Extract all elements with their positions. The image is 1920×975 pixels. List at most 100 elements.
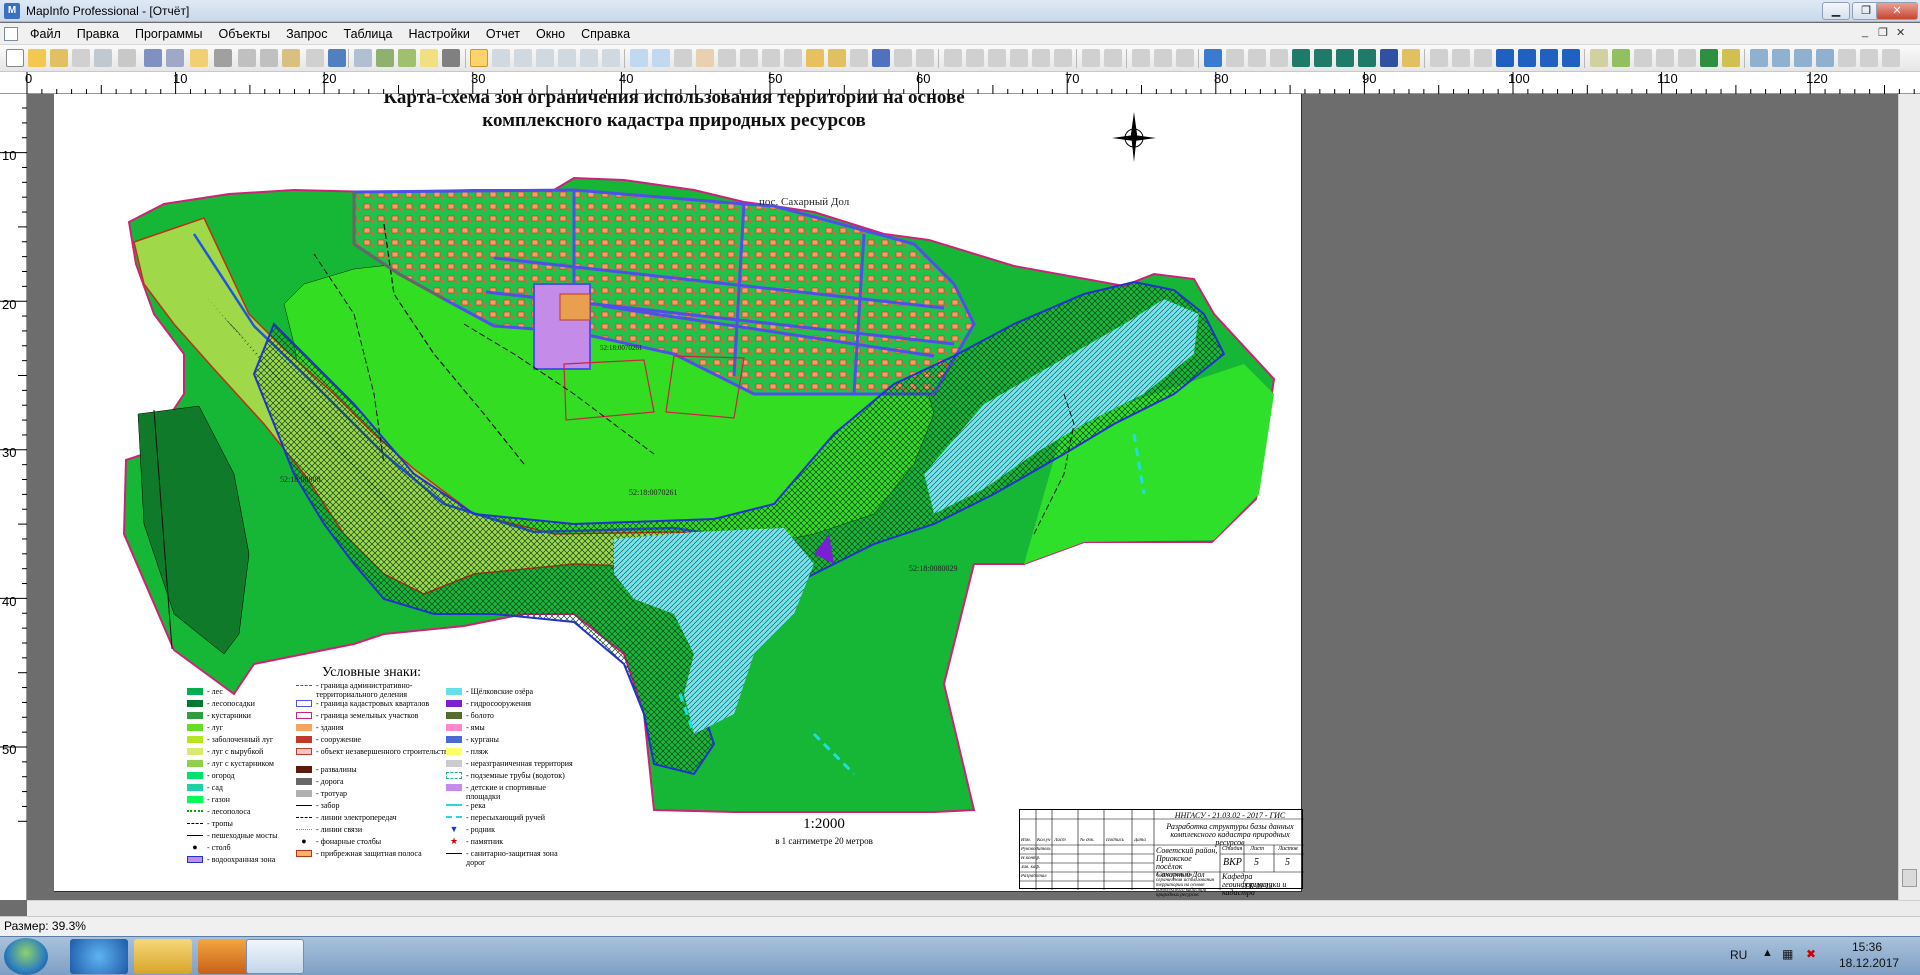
ellipse-tool-icon[interactable] xyxy=(1314,49,1332,67)
polygon-tool-icon[interactable] xyxy=(1292,49,1310,67)
line-tool-icon[interactable] xyxy=(1226,49,1244,67)
snap-icon[interactable] xyxy=(1154,49,1172,67)
entire-layout-icon[interactable] xyxy=(1816,49,1834,67)
split-icon[interactable] xyxy=(988,49,1006,67)
bring-to-front-icon[interactable] xyxy=(1860,49,1878,67)
horizontal-scrollbar[interactable] xyxy=(27,900,1920,916)
open-icon[interactable] xyxy=(28,49,46,67)
menu-objects[interactable]: Объекты xyxy=(211,24,279,44)
clock-time[interactable]: 15:36 xyxy=(1852,940,1882,954)
tool-manager-icon[interactable] xyxy=(1722,49,1740,67)
symbol-tool-icon[interactable] xyxy=(1132,49,1150,67)
clock-date[interactable]: 18.12.2017 xyxy=(1839,956,1899,970)
undo-icon[interactable] xyxy=(328,49,346,67)
statistics-icon[interactable] xyxy=(872,49,890,67)
new-layout-icon[interactable] xyxy=(420,49,438,67)
new-browser-icon[interactable] xyxy=(354,49,372,67)
layout-canvas[interactable]: Карта-схема зон ограничения использовани… xyxy=(27,94,1898,900)
polyline-tool-icon[interactable] xyxy=(1248,49,1266,67)
mdi-minimize-button[interactable]: _ xyxy=(1862,26,1868,38)
unselect-all-icon[interactable] xyxy=(580,49,598,67)
layer-control-icon[interactable] xyxy=(806,49,824,67)
clip-region-icon[interactable] xyxy=(894,49,912,67)
radius-select-icon[interactable] xyxy=(514,49,532,67)
reshape-tool-icon[interactable] xyxy=(1430,49,1448,67)
new-icon[interactable] xyxy=(6,49,24,67)
vertical-scrollbar[interactable] xyxy=(1898,94,1920,900)
open-workspace-icon[interactable] xyxy=(50,49,68,67)
hotlink-icon[interactable] xyxy=(740,49,758,67)
language-indicator[interactable]: RU xyxy=(1730,948,1747,962)
map-frame[interactable] xyxy=(54,94,1302,892)
text-tool-icon[interactable] xyxy=(1380,49,1398,67)
menu-help[interactable]: Справка xyxy=(573,24,638,44)
minimize-button[interactable]: ▁ xyxy=(1822,2,1850,20)
graph-select-icon[interactable] xyxy=(602,49,620,67)
save-as-icon[interactable] xyxy=(166,49,184,67)
help-icon[interactable] xyxy=(1700,49,1718,67)
layout-properties-icon[interactable] xyxy=(1678,49,1696,67)
info-tool-icon[interactable] xyxy=(718,49,736,67)
frame-tool-icon[interactable] xyxy=(1402,49,1420,67)
digitize-icon[interactable] xyxy=(1518,49,1536,67)
ruler-tool-icon[interactable] xyxy=(828,49,846,67)
cut-icon[interactable] xyxy=(238,49,256,67)
mdi-restore-button[interactable]: ❐ xyxy=(1878,26,1888,39)
add-node-icon[interactable] xyxy=(966,49,984,67)
region-style-icon[interactable] xyxy=(1082,49,1100,67)
tray-arrow-icon[interactable]: ▲ xyxy=(1762,947,1773,959)
align-objects-icon[interactable] xyxy=(1838,49,1856,67)
combine-icon[interactable] xyxy=(1452,49,1470,67)
thematic-map-icon[interactable] xyxy=(1590,49,1608,67)
save-icon[interactable] xyxy=(144,49,162,67)
symbol-style-icon[interactable] xyxy=(1032,49,1050,67)
rounded-rect-tool-icon[interactable] xyxy=(1358,49,1376,67)
actual-size-icon[interactable] xyxy=(1794,49,1812,67)
scrollbar-thumb[interactable] xyxy=(1902,869,1917,887)
zoom-in-icon[interactable] xyxy=(630,49,648,67)
drag-window-icon[interactable] xyxy=(784,49,802,67)
print-icon[interactable] xyxy=(214,49,232,67)
trace-icon[interactable] xyxy=(1540,49,1558,67)
arc-tool-icon[interactable] xyxy=(1270,49,1288,67)
mapinfo-task-icon[interactable] xyxy=(246,939,304,974)
grid-icon[interactable] xyxy=(1656,49,1674,67)
layout-zoom-in-icon[interactable] xyxy=(1750,49,1768,67)
clear-icon[interactable] xyxy=(306,49,324,67)
open-dbms-icon[interactable] xyxy=(72,49,90,67)
line-style-icon[interactable] xyxy=(1054,49,1072,67)
new-redistrict-icon[interactable] xyxy=(442,49,460,67)
rectangle-tool-icon[interactable] xyxy=(1336,49,1354,67)
polygon-select-icon[interactable] xyxy=(536,49,554,67)
tray-volume-icon[interactable]: ✖ xyxy=(1806,947,1816,961)
menu-programs[interactable]: Программы xyxy=(127,24,211,44)
legend-icon[interactable] xyxy=(850,49,868,67)
explorer-icon[interactable] xyxy=(134,939,192,974)
web-services-icon[interactable] xyxy=(118,49,136,67)
marquee-select-icon[interactable] xyxy=(492,49,510,67)
close-button[interactable]: ✕ xyxy=(1876,2,1918,20)
paste-icon[interactable] xyxy=(282,49,300,67)
menu-edit[interactable]: Правка xyxy=(69,24,127,44)
erase-icon[interactable] xyxy=(1010,49,1028,67)
new-map-icon[interactable] xyxy=(376,49,394,67)
menu-query[interactable]: Запрос xyxy=(278,24,335,44)
autotrace-icon[interactable] xyxy=(1176,49,1194,67)
zoom-out-icon[interactable] xyxy=(652,49,670,67)
menu-file[interactable]: Файл xyxy=(22,24,69,44)
new-graph-icon[interactable] xyxy=(398,49,416,67)
start-button[interactable] xyxy=(4,938,48,975)
menu-table[interactable]: Таблица xyxy=(336,24,401,44)
point-tool-icon[interactable] xyxy=(1204,49,1222,67)
change-view-icon[interactable] xyxy=(674,49,692,67)
layout-zoom-out-icon[interactable] xyxy=(1772,49,1790,67)
ie-icon[interactable] xyxy=(70,939,128,974)
create-buffer-icon[interactable] xyxy=(1612,49,1630,67)
copy-icon[interactable] xyxy=(260,49,278,67)
mdi-close-button[interactable]: ✕ xyxy=(1896,26,1905,39)
geocode-icon[interactable] xyxy=(1496,49,1514,67)
label-edit-icon[interactable] xyxy=(1562,49,1580,67)
boundary-select-icon[interactable] xyxy=(558,49,576,67)
menu-report[interactable]: Отчет xyxy=(478,24,528,44)
select-arrow-icon[interactable] xyxy=(470,49,488,67)
